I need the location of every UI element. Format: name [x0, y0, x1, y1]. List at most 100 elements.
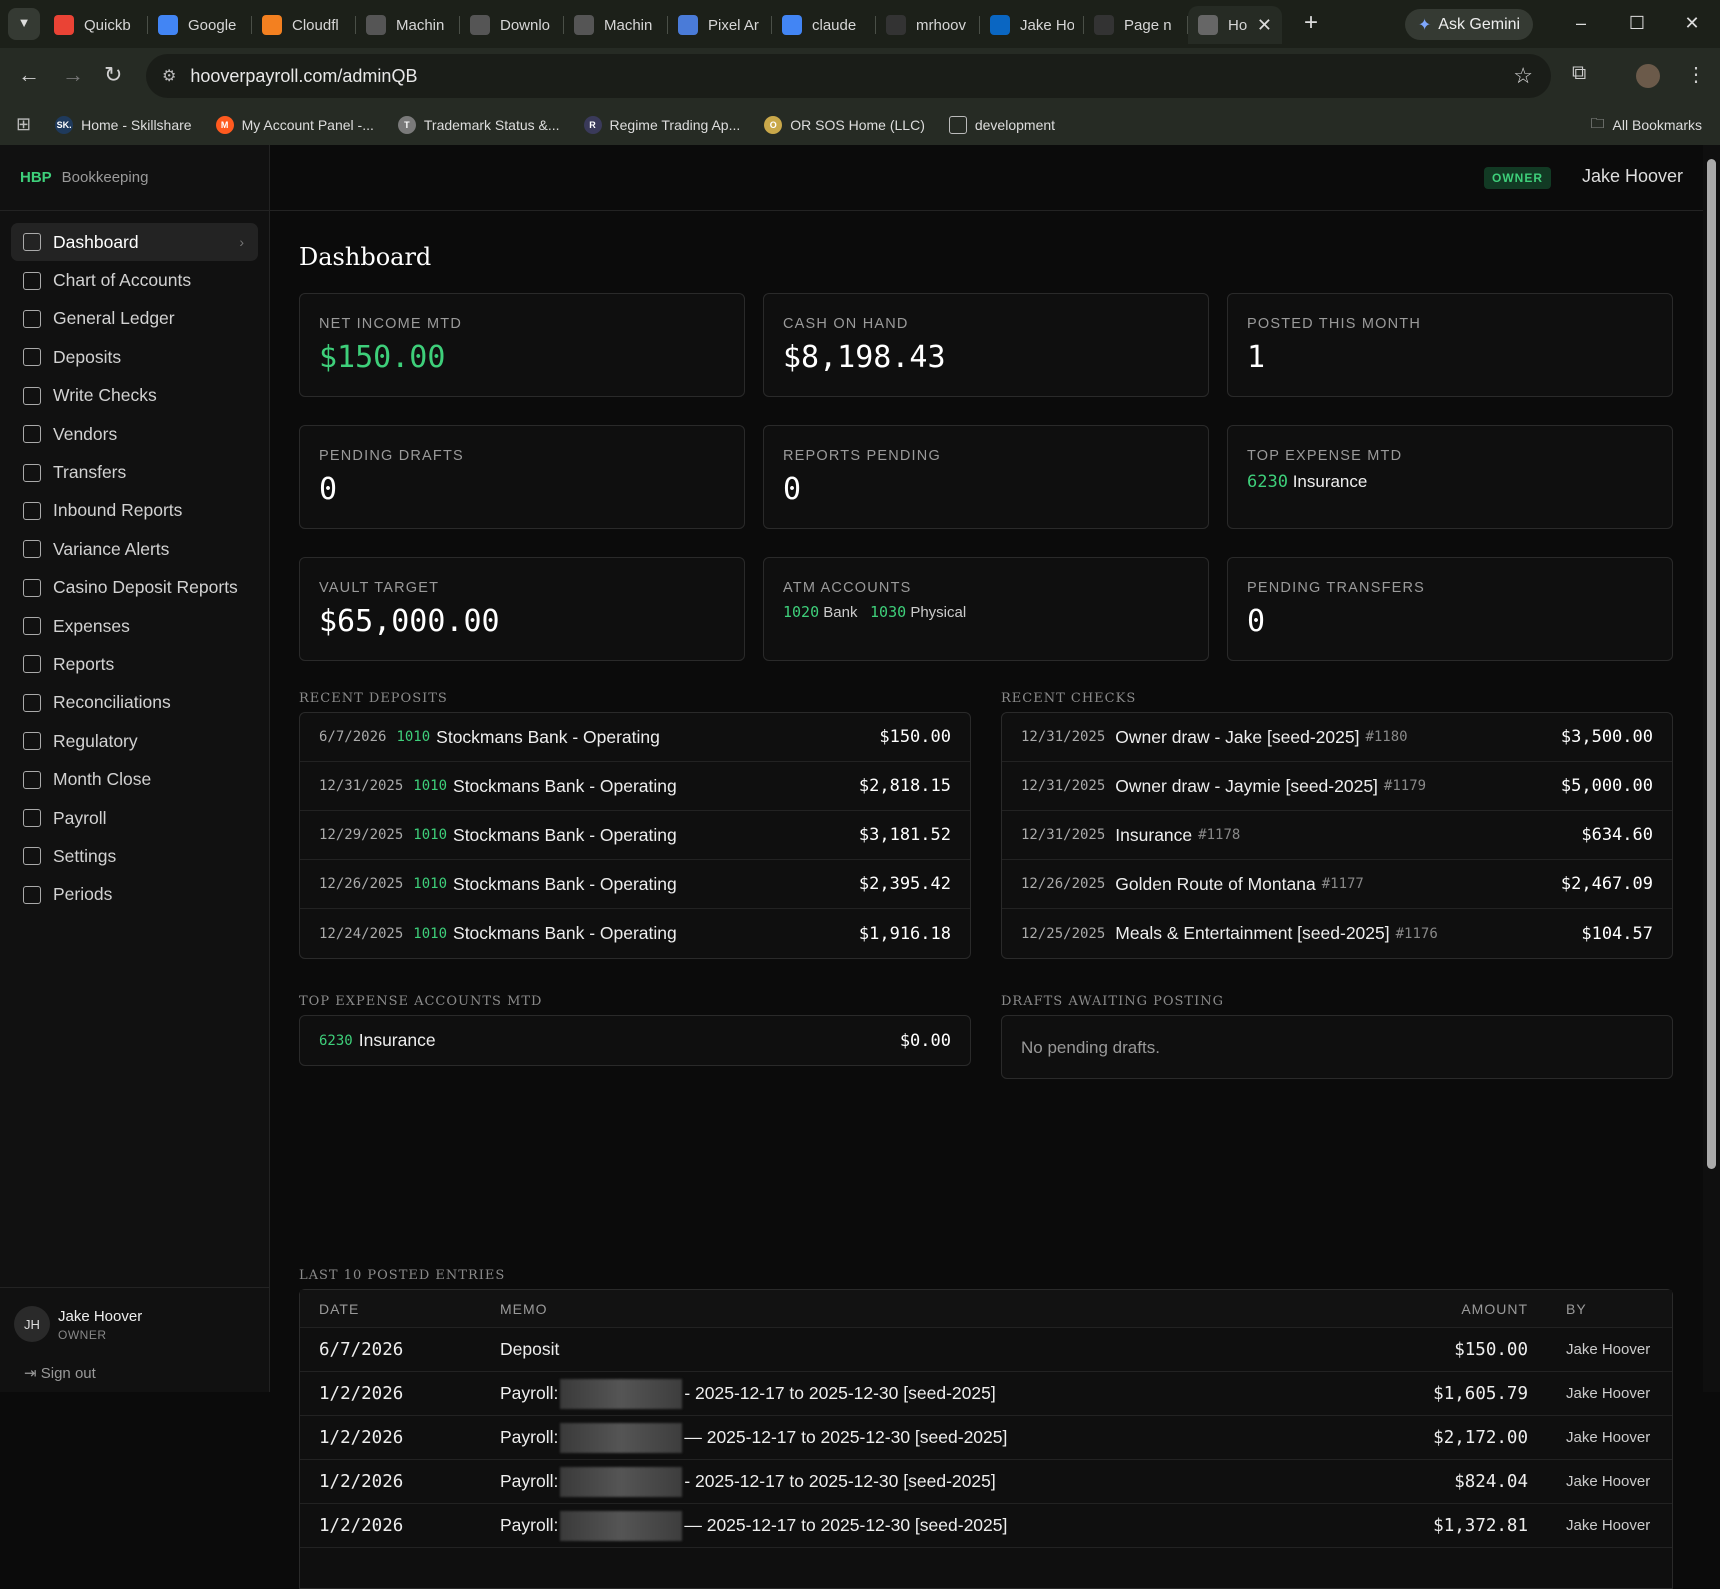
tab-0[interactable]: Quickb	[44, 6, 148, 44]
extensions-icon[interactable]: ⧉	[1572, 62, 1586, 85]
table-row[interactable]: 1/2/2026 Payroll: — 2025-12-17 to 2025-12-…	[300, 1416, 1672, 1460]
memo-text: Deposit	[500, 1339, 560, 1359]
table-row[interactable]: 1/2/2026 Payroll: - 2025-12-17 to 2025-12-…	[300, 1460, 1672, 1504]
check-row[interactable]: 12/31/2025 Insurance #1178 $634.60	[1002, 811, 1672, 860]
globe-icon	[1198, 15, 1218, 35]
linkedin-icon	[990, 15, 1010, 35]
table-row[interactable]: 1/2/2026 Payroll: — 2025-12-17 to 2025-12-…	[300, 1504, 1672, 1548]
tab-1[interactable]: Google	[148, 6, 252, 44]
forward-icon[interactable]: →	[62, 62, 84, 88]
sidebar-item-write-checks[interactable]: Write Checks	[11, 377, 258, 415]
check-row[interactable]: 12/25/2025 Meals & Entertainment [seed-20…	[1002, 909, 1672, 958]
ask-gemini-button[interactable]: ✦ Ask Gemini	[1405, 9, 1533, 40]
tab-11[interactable]: Ho ✕	[1188, 6, 1282, 44]
close-window-icon[interactable]: ✕	[1677, 8, 1707, 38]
tab-label: Machin	[604, 16, 653, 34]
bookmark-3[interactable]: R Regime Trading Ap...	[583, 115, 740, 134]
address-bar[interactable]: ⚙ hooverpayroll.com/adminQB ☆	[146, 54, 1551, 98]
sidebar-item-general-ledger[interactable]: General Ledger	[11, 300, 258, 338]
bookmark-label: My Account Panel -...	[241, 116, 374, 133]
sign-out-button[interactable]: ⇥ Sign out	[24, 1364, 96, 1382]
new-tab-icon[interactable]: +	[1304, 9, 1318, 37]
apps-grid-icon[interactable]: ⊞	[16, 114, 31, 135]
all-bookmarks[interactable]: 🗀 All Bookmarks	[1591, 113, 1702, 137]
deposit-row[interactable]: 12/26/2025 1010 Stockmans Bank - Operating…	[300, 860, 970, 909]
role-badge: OWNER	[1484, 167, 1551, 189]
bookmark-5[interactable]: development	[948, 115, 1056, 134]
minimize-icon[interactable]: –	[1566, 8, 1596, 38]
check-row[interactable]: 12/31/2025 Owner draw - Jaymie [seed-2025…	[1002, 762, 1672, 811]
tab-2[interactable]: Cloudfl	[252, 6, 356, 44]
memo-text: Payroll:	[500, 1515, 559, 1535]
casino-deposit-reports-icon	[23, 578, 41, 597]
sidebar-item-reconciliations[interactable]: Reconciliations	[11, 684, 258, 722]
brand[interactable]: HBP Bookkeeping	[0, 145, 269, 211]
row-by: Jake Hoover	[1566, 1473, 1651, 1490]
reload-icon[interactable]: ↻	[104, 62, 122, 88]
card-label: PENDING DRAFTS	[319, 448, 464, 464]
sidebar-item-casino-deposit-reports[interactable]: Casino Deposit Reports	[11, 569, 258, 607]
user-box: JH Jake Hoover OWNER ⇥ Sign out	[0, 1287, 270, 1392]
sidebar-item-expenses[interactable]: Expenses	[11, 607, 258, 645]
bookmark-0[interactable]: SK. Home - Skillshare	[55, 115, 192, 134]
tab-5[interactable]: Machin	[564, 6, 668, 44]
header-user-name[interactable]: Jake Hoover	[1582, 166, 1683, 187]
deposit-row[interactable]: 12/31/2025 1010 Stockmans Bank - Operating…	[300, 762, 970, 811]
menu-kebab-icon[interactable]: ⋮	[1686, 62, 1706, 87]
row-by: Jake Hoover	[1566, 1517, 1651, 1534]
row-amount: $1,605.79	[1433, 1383, 1528, 1404]
recent-checks-panel: 12/31/2025 Owner draw - Jake [seed-2025] #…	[1001, 712, 1673, 959]
close-tab-icon[interactable]: ✕	[1257, 15, 1272, 36]
url-text[interactable]: hooverpayroll.com/adminQB	[190, 66, 417, 87]
sidebar-item-dashboard[interactable]: Dashboard ›	[11, 223, 258, 262]
deposit-row[interactable]: 12/29/2025 1010 Stockmans Bank - Operating…	[300, 811, 970, 860]
sidebar-item-chart-of-accounts[interactable]: Chart of Accounts	[11, 261, 258, 299]
bookmark-star-icon[interactable]: ☆	[1513, 63, 1533, 89]
bookmark-label: development	[974, 116, 1056, 133]
deposit-row[interactable]: 12/24/2025 1010 Stockmans Bank - Operating…	[300, 909, 970, 958]
github-icon	[1094, 15, 1114, 35]
col-by: BY	[1566, 1300, 1587, 1317]
tab-6[interactable]: Pixel Ar	[668, 6, 772, 44]
row-payee: Insurance	[1115, 824, 1193, 845]
site-info-icon[interactable]: ⚙	[162, 66, 176, 86]
deposit-row[interactable]: 6/7/2026 1010 Stockmans Bank - Operating $1…	[300, 713, 970, 762]
bookmark-4[interactable]: O OR SOS Home (LLC)	[764, 115, 925, 134]
bookmark-2[interactable]: T Trademark Status &...	[397, 115, 560, 134]
sidebar-item-transfers[interactable]: Transfers	[11, 453, 258, 491]
sidebar-item-month-close[interactable]: Month Close	[11, 760, 258, 798]
table-row[interactable]: 1/2/2026 Payroll: - 2025-12-17 to 2025-12-…	[300, 1372, 1672, 1416]
sidebar-item-deposits[interactable]: Deposits	[11, 338, 258, 376]
tab-9[interactable]: Jake Ho	[980, 6, 1084, 44]
tab-8[interactable]: mrhoov	[876, 6, 980, 44]
expense-account-row[interactable]: 6230 Insurance $0.00	[300, 1016, 970, 1065]
check-row[interactable]: 12/31/2025 Owner draw - Jake [seed-2025] #…	[1002, 713, 1672, 762]
tab-search-icon[interactable]: ▼	[8, 8, 40, 40]
sidebar-item-regulatory[interactable]: Regulatory	[11, 722, 258, 760]
tab-4[interactable]: Downlo	[460, 6, 564, 44]
scrollbar[interactable]	[1703, 145, 1720, 1392]
profile-avatar[interactable]	[1636, 64, 1660, 88]
sidebar-item-payroll[interactable]: Payroll	[11, 799, 258, 837]
tab-3[interactable]: Machin	[356, 6, 460, 44]
check-row[interactable]: 12/26/2025 Golden Route of Montana #1177 $2…	[1002, 860, 1672, 909]
table-row[interactable]: 6/7/2026 Deposit $150.00 Jake Hoover	[300, 1328, 1672, 1372]
tab-7[interactable]: claude	[772, 6, 876, 44]
sidebar-item-reports[interactable]: Reports	[11, 645, 258, 683]
sidebar-item-variance-alerts[interactable]: Variance Alerts	[11, 530, 258, 568]
back-icon[interactable]: ←	[18, 62, 40, 88]
page-title: Dashboard	[299, 243, 432, 271]
row-date: 12/26/2025	[319, 876, 404, 892]
scrollbar-thumb[interactable]	[1707, 159, 1716, 1169]
ask-gemini-label: Ask Gemini	[1438, 15, 1521, 33]
tab-list: Quickb Google Cloudfl Machin Downlo Machin Pix…	[44, 6, 1282, 46]
tab-10[interactable]: Page n	[1084, 6, 1188, 44]
sidebar-item-vendors[interactable]: Vendors	[11, 415, 258, 453]
sidebar-item-periods[interactable]: Periods	[11, 876, 258, 914]
sidebar-item-settings[interactable]: Settings	[11, 837, 258, 875]
maximize-icon[interactable]: ☐	[1622, 8, 1652, 38]
bookmark-1[interactable]: M My Account Panel -...	[215, 115, 374, 134]
sidebar-item-inbound-reports[interactable]: Inbound Reports	[11, 492, 258, 530]
sidebar-item-label: Periods	[53, 884, 113, 905]
row-account: 1010	[396, 729, 431, 745]
